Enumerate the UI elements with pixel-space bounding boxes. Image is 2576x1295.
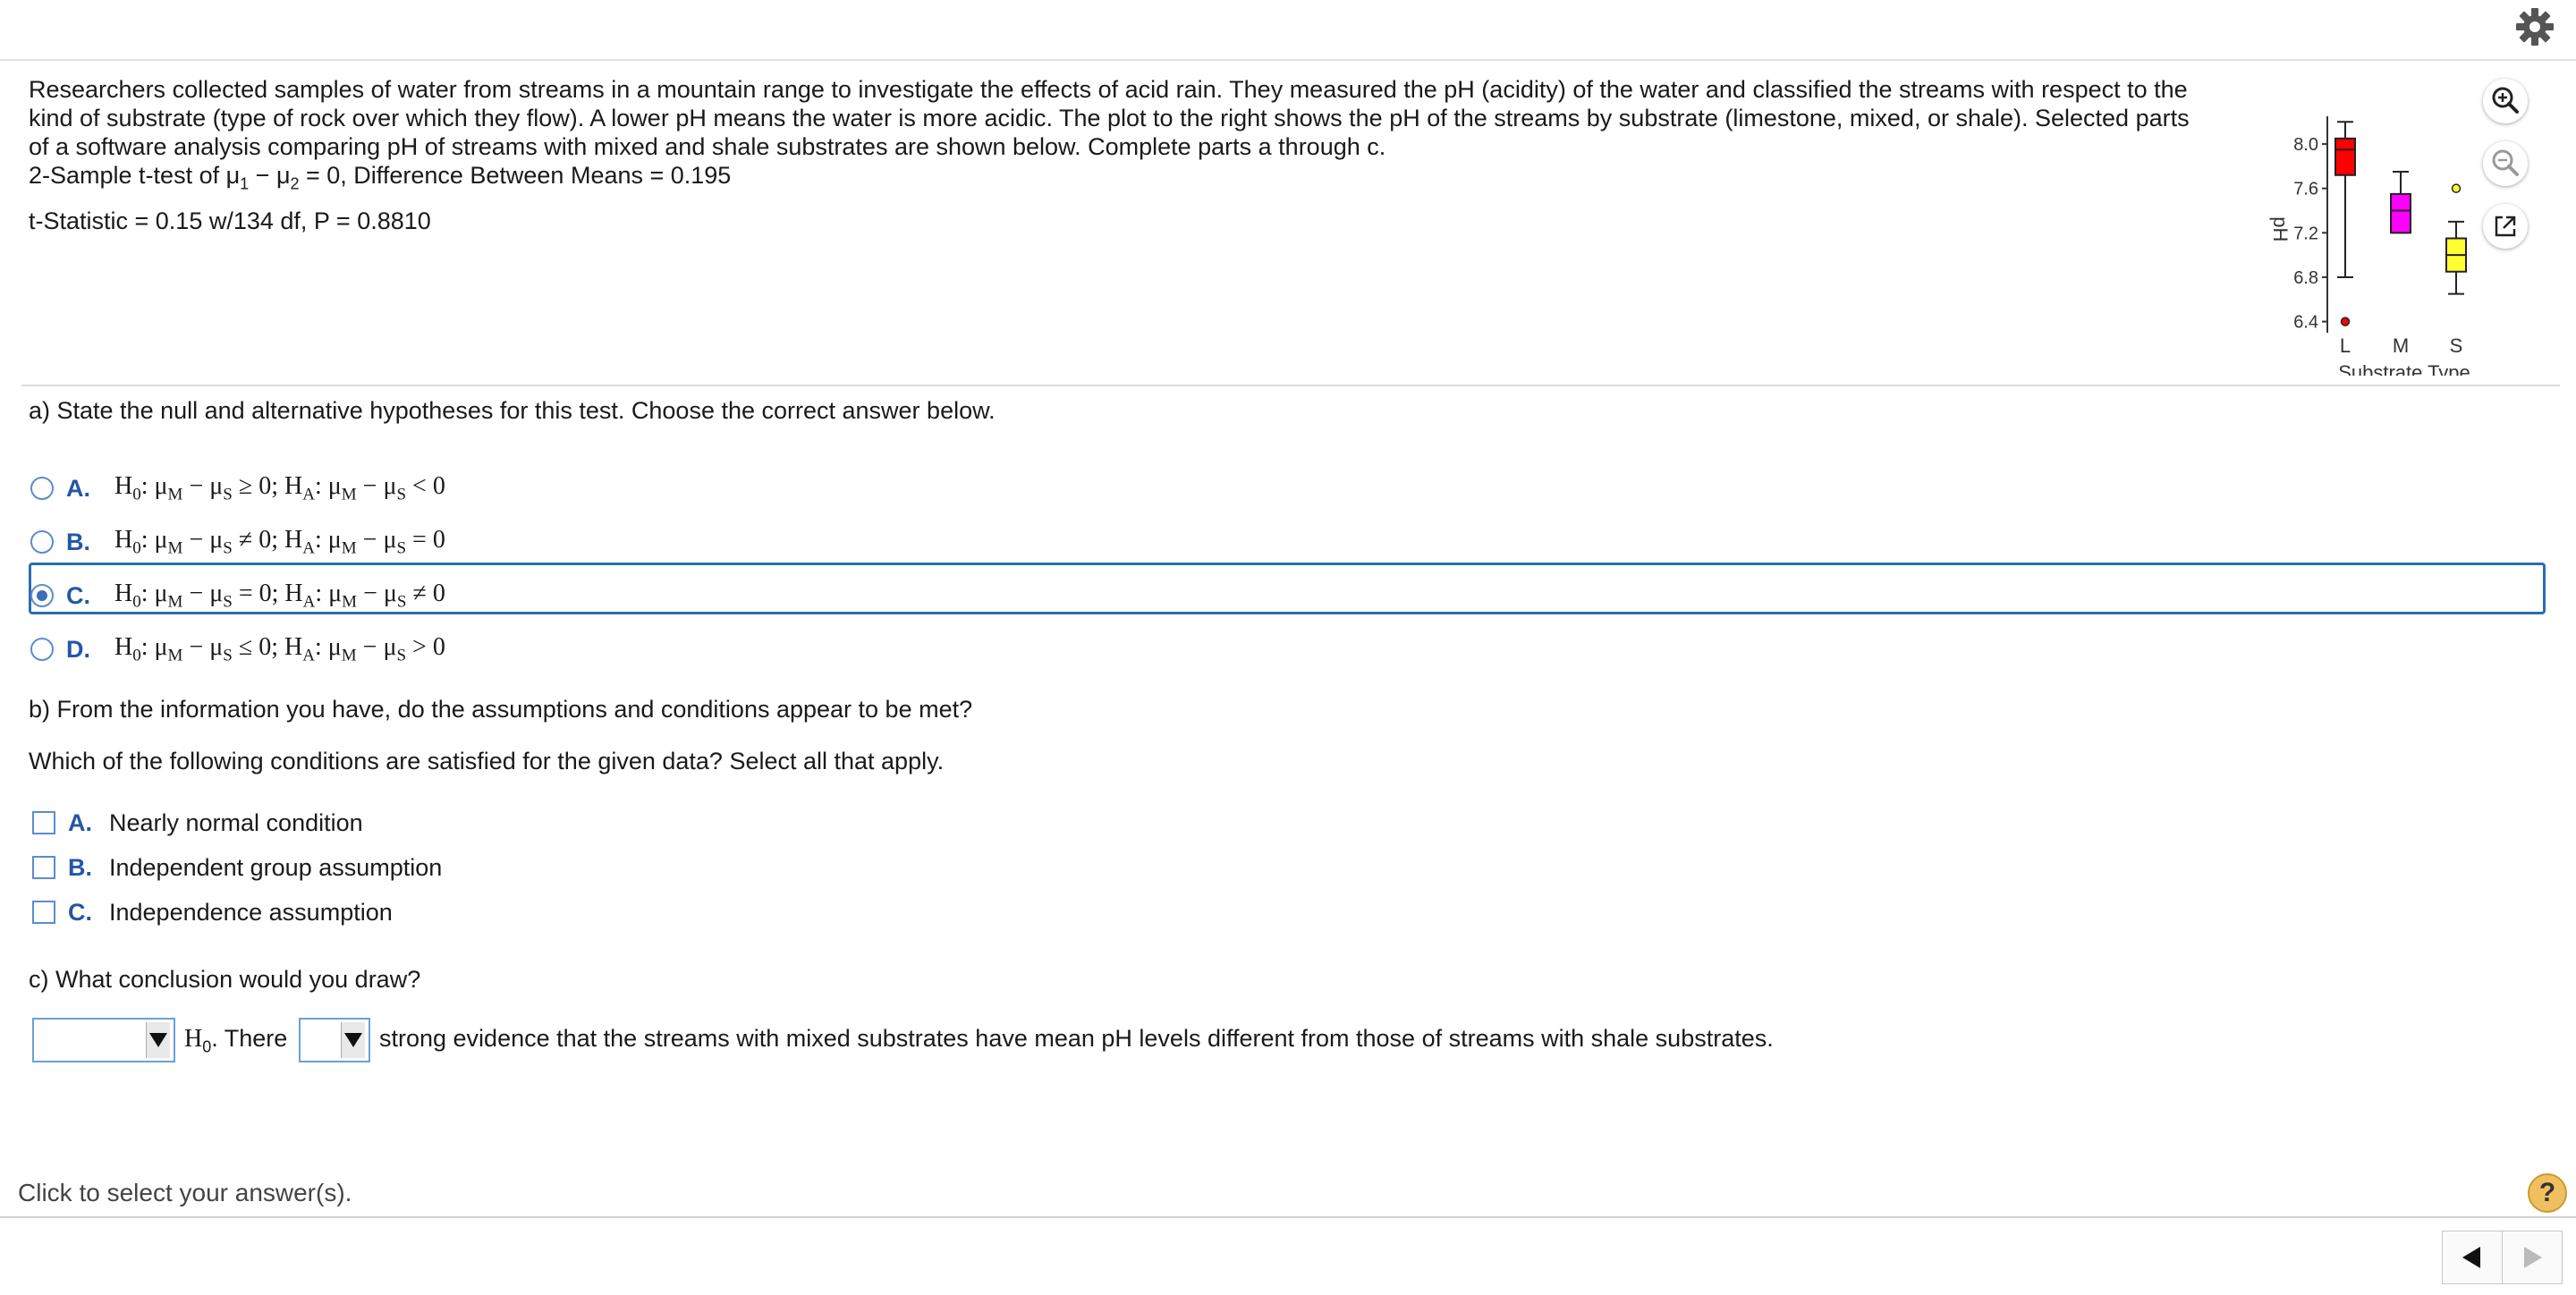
hypothesis-text: H0: μM − μS ≤ 0; HA: μM − μS > 0 <box>114 632 445 665</box>
footer-instruction: Click to select your answer(s). <box>18 1179 352 1206</box>
h-letter: H <box>184 1025 203 1053</box>
hypothesis-option-a[interactable]: A. H0: μM − μS ≥ 0; HA: μM − μS < 0 <box>29 463 445 513</box>
zoom-out-button[interactable] <box>2483 141 2528 186</box>
conclusion-tail-text: strong evidence that the streams with mi… <box>379 1025 1774 1052</box>
part-a-question: a) State the null and alternative hypoth… <box>29 397 996 424</box>
option-label: Independent group assumption <box>109 853 443 881</box>
x-tick-label: S <box>2450 334 2463 357</box>
checkbox[interactable] <box>32 901 55 924</box>
section-divider <box>21 385 2560 386</box>
part-b-prompt: Which of the following conditions are sa… <box>29 748 945 774</box>
hypothesis-text: H0: μM − μS = 0; HA: μM − μS ≠ 0 <box>114 579 445 612</box>
stat-line: t-Statistic = 0.15 w/134 df, P = 0.8810 <box>29 207 431 235</box>
option-letter: A. <box>68 808 92 836</box>
radio-button[interactable] <box>30 584 54 607</box>
external-link-icon <box>2495 216 2516 237</box>
box-L <box>2334 137 2356 176</box>
test-sub2: 2 <box>290 174 300 193</box>
part-b-question: b) From the information you have, do the… <box>29 696 973 723</box>
zoom-out-icon <box>2492 149 2519 176</box>
zoom-in-icon <box>2492 87 2519 114</box>
zoom-in-button[interactable] <box>2483 79 2528 123</box>
there-text: . There <box>211 1025 288 1052</box>
h0-text: H0. There <box>184 1025 287 1056</box>
gear-icon[interactable] <box>2513 5 2556 48</box>
condition-option-b[interactable]: B. Independent group assumption <box>29 850 442 885</box>
outlier-S <box>2451 183 2462 193</box>
hypothesis-text: H0: μM − μS ≥ 0; HA: μM − μS < 0 <box>114 471 445 504</box>
test-suffix: = 0, Difference Between Means = 0.195 <box>299 162 732 189</box>
hypothesis-option-c[interactable]: C. H0: μM − μS = 0; HA: μM − μS ≠ 0 <box>29 571 445 621</box>
conclusion-dropdown[interactable] <box>32 1018 175 1062</box>
prev-button[interactable] <box>2442 1231 2503 1284</box>
hypothesis-option-b[interactable]: B. H0: μM − μS ≠ 0; HA: μM − μS = 0 <box>29 517 445 567</box>
hypothesis-option-d[interactable]: D. H0: μM − μS ≤ 0; HA: μM − μS > 0 <box>29 624 445 674</box>
test-prefix: 2-Sample t-test of μ <box>29 162 241 189</box>
triangle-left-icon <box>2462 1247 2480 1268</box>
ph-boxplot: 8.0 7.6 7.2 6.8 6.4 pH L M S Substrate Type <box>2269 116 2470 376</box>
radio-button[interactable] <box>30 530 54 554</box>
option-letter: C. <box>66 581 90 609</box>
x-tick-label: L <box>2340 334 2351 357</box>
test-line: 2-Sample t-test of μ1 − μ2 = 0, Differen… <box>29 161 2193 198</box>
help-button[interactable]: ? <box>2528 1173 2567 1213</box>
option-label: Nearly normal condition <box>109 808 363 836</box>
next-button[interactable] <box>2502 1231 2563 1284</box>
radio-button[interactable] <box>30 477 54 500</box>
y-tick-label: 7.2 <box>2293 224 2318 243</box>
option-label: Independence assumption <box>109 898 393 926</box>
h-sub: 0 <box>202 1037 212 1056</box>
outlier-L <box>2340 317 2351 326</box>
x-axis-label: Substrate Type <box>2338 361 2470 376</box>
y-tick-label: 6.4 <box>2293 313 2318 333</box>
y-tick-label: 7.6 <box>2293 180 2318 199</box>
option-letter: B. <box>68 853 92 881</box>
test-sub1: 1 <box>240 174 250 193</box>
hypothesis-text: H0: μM − μS ≠ 0; HA: μM − μS = 0 <box>114 525 445 558</box>
part-c-question: c) What conclusion would you draw? <box>29 966 421 993</box>
popout-button[interactable] <box>2483 204 2528 249</box>
option-letter: B. <box>66 528 90 555</box>
triangle-right-icon <box>2524 1247 2542 1268</box>
chevron-down-icon <box>146 1022 170 1058</box>
top-divider <box>0 59 2576 61</box>
option-letter: C. <box>68 898 92 926</box>
footer-divider <box>0 1216 2576 1218</box>
test-mid: − μ <box>249 162 291 189</box>
checkbox[interactable] <box>32 856 55 879</box>
y-tick-label: 6.8 <box>2293 268 2318 288</box>
condition-option-c[interactable]: C. Independence assumption <box>29 894 393 930</box>
condition-option-a[interactable]: A. Nearly normal condition <box>29 805 363 841</box>
chevron-down-icon <box>341 1022 365 1058</box>
x-tick-label: M <box>2393 334 2409 357</box>
option-letter: A. <box>66 474 90 502</box>
problem-statement: Researchers collected samples of water f… <box>29 75 2193 235</box>
y-axis-label: pH <box>2269 216 2292 241</box>
problem-paragraph: Researchers collected samples of water f… <box>29 76 2190 160</box>
evidence-dropdown[interactable] <box>299 1018 370 1062</box>
y-tick-label: 8.0 <box>2293 135 2318 155</box>
checkbox[interactable] <box>32 811 55 834</box>
radio-button[interactable] <box>30 638 54 661</box>
option-letter: D. <box>66 635 90 663</box>
box-M <box>2390 192 2411 234</box>
